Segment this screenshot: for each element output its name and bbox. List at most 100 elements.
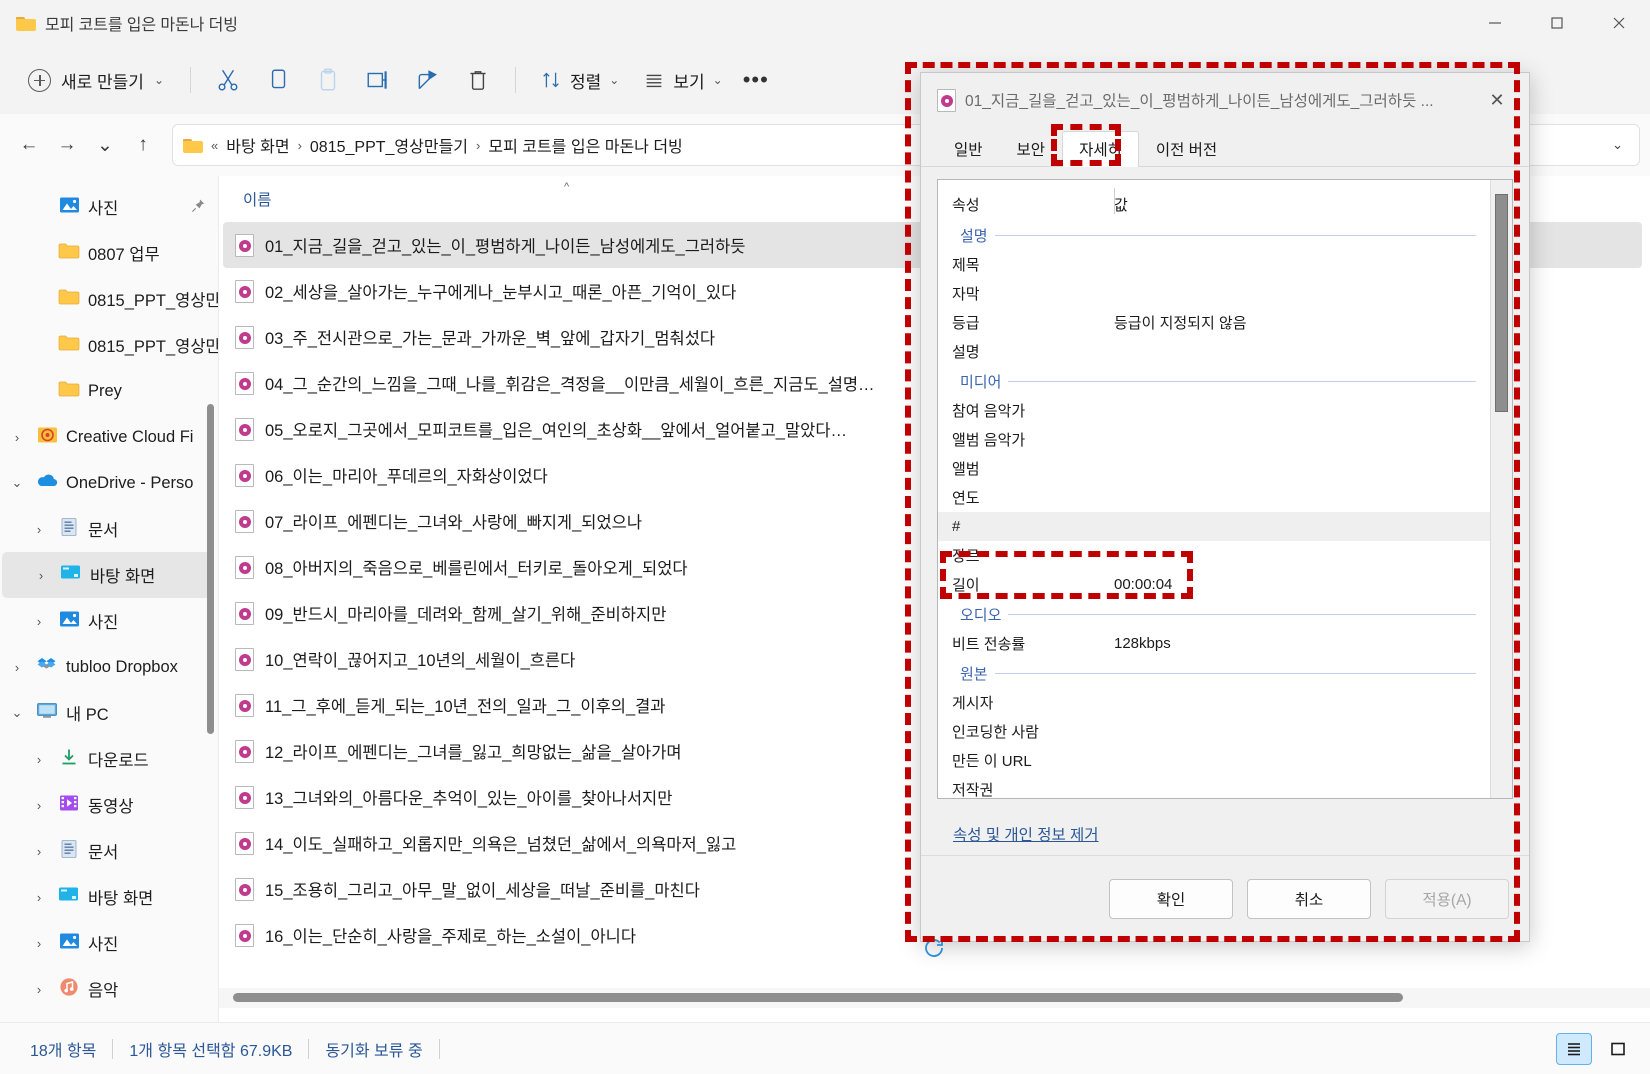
horizontal-scrollbar[interactable] bbox=[219, 988, 1650, 1008]
property-row[interactable]: 만든 이 URL bbox=[938, 746, 1490, 775]
sidebar-item-14[interactable]: › 문서 bbox=[0, 828, 218, 874]
property-key: 자막 bbox=[952, 286, 980, 303]
property-value[interactable]: 등급이 지정되지 않음 bbox=[1114, 312, 1247, 333]
dialog-tab-1[interactable]: 보안 bbox=[1000, 131, 1063, 167]
new-button[interactable]: 새로 만들기 ⌄ bbox=[14, 58, 178, 102]
sidebar-scrollbar-thumb[interactable] bbox=[207, 404, 214, 734]
sidebar-item-3[interactable]: 0815_PPT_영상만 bbox=[0, 322, 218, 368]
sidebar-item-7[interactable]: › 문서 bbox=[0, 506, 218, 552]
properties-scrollbar[interactable] bbox=[1490, 180, 1512, 798]
properties-table: 속성 값 설명 제목 자막 등급 등급이 지정되지 않음 설명 미디어 참여 음악가 앨범 음악… bbox=[937, 179, 1513, 799]
breadcrumb-item-2[interactable]: 모피 코트를 입은 마돈나 더빙 bbox=[488, 133, 682, 157]
new-button-label: 새로 만들기 bbox=[61, 72, 144, 92]
forward-button[interactable]: → bbox=[48, 126, 86, 164]
maximize-button[interactable] bbox=[1526, 0, 1588, 46]
sidebar-item-17[interactable]: › 음악 bbox=[0, 966, 218, 1012]
property-row[interactable]: 설명 bbox=[938, 337, 1490, 366]
property-row[interactable]: # bbox=[938, 512, 1490, 541]
close-button[interactable] bbox=[1588, 0, 1650, 46]
details-view-toggle[interactable] bbox=[1600, 1033, 1636, 1065]
chevron-right-icon[interactable]: › bbox=[28, 936, 50, 951]
paste-button[interactable] bbox=[303, 58, 353, 102]
cut-button[interactable] bbox=[203, 58, 253, 102]
breadcrumb-item-0[interactable]: 바탕 화면 bbox=[226, 133, 289, 157]
back-button[interactable]: ← bbox=[10, 126, 48, 164]
sidebar-item-16[interactable]: › 사진 bbox=[0, 920, 218, 966]
sidebar-item-0[interactable]: 사진 bbox=[0, 184, 218, 230]
sidebar-item-2[interactable]: 0815_PPT_영상만 bbox=[0, 276, 218, 322]
chevron-right-icon[interactable]: › bbox=[30, 568, 52, 583]
chevron-right-icon[interactable]: › bbox=[6, 430, 28, 445]
property-row[interactable]: 장르 bbox=[938, 541, 1490, 570]
file-name: 05_오로지_그곳에서_모피코트를_입은_여인의_초상화__앞에서_얼어붙고_말… bbox=[265, 422, 848, 440]
view-button[interactable]: 보기 ⌄ bbox=[631, 58, 734, 102]
properties-scrollbar-thumb[interactable] bbox=[1495, 194, 1508, 412]
chevron-right-icon[interactable]: › bbox=[6, 660, 28, 675]
property-row[interactable]: 연도 bbox=[938, 483, 1490, 512]
media-file-icon bbox=[937, 88, 956, 112]
list-view-toggle[interactable] bbox=[1556, 1032, 1592, 1065]
media-file-icon bbox=[235, 877, 254, 901]
property-row[interactable]: 자막 bbox=[938, 279, 1490, 308]
dialog-button-2: 적용(A) bbox=[1385, 878, 1509, 919]
up-button[interactable]: ↑ bbox=[124, 126, 162, 164]
property-row[interactable]: 길이 00:00:04 bbox=[938, 570, 1490, 599]
chevron-right-icon[interactable]: › bbox=[28, 798, 50, 813]
photos-icon bbox=[59, 932, 80, 955]
minimize-button[interactable] bbox=[1464, 0, 1526, 46]
dialog-tab-3[interactable]: 이전 버전 bbox=[1139, 131, 1234, 167]
folder-icon bbox=[58, 380, 80, 403]
chevron-right-icon[interactable]: › bbox=[28, 522, 50, 537]
dialog-button-1[interactable]: 취소 bbox=[1247, 878, 1371, 919]
chevron-right-icon[interactable]: › bbox=[28, 844, 50, 859]
property-row[interactable]: 앨범 bbox=[938, 454, 1490, 483]
rename-button[interactable] bbox=[353, 58, 403, 102]
breadcrumb-item-1[interactable]: 0815_PPT_영상만들기 bbox=[310, 133, 468, 157]
column-header-name[interactable]: 이름 bbox=[243, 188, 272, 210]
pin-icon[interactable] bbox=[191, 198, 206, 216]
sidebar-item-10[interactable]: › tubloo Dropbox bbox=[0, 644, 218, 690]
chevron-right-icon[interactable]: › bbox=[28, 890, 50, 905]
sidebar-item-13[interactable]: › 동영상 bbox=[0, 782, 218, 828]
more-options-button[interactable]: ••• bbox=[735, 67, 777, 93]
dialog-close-button[interactable]: ✕ bbox=[1477, 80, 1517, 120]
dialog-tab-0[interactable]: 일반 bbox=[937, 131, 1000, 167]
sidebar-item-6[interactable]: ⌄ OneDrive - Perso bbox=[0, 460, 218, 506]
delete-button[interactable] bbox=[453, 58, 503, 102]
chevron-right-icon[interactable]: › bbox=[28, 982, 50, 997]
property-row[interactable]: 제목 bbox=[938, 250, 1490, 279]
sidebar-item-12[interactable]: › 다운로드 bbox=[0, 736, 218, 782]
property-row[interactable]: 저작권 bbox=[938, 775, 1490, 798]
dialog-button-0[interactable]: 확인 bbox=[1109, 878, 1233, 919]
chevron-right-icon[interactable]: › bbox=[28, 614, 50, 629]
property-row[interactable]: 비트 전송률 128kbps bbox=[938, 629, 1490, 658]
sidebar-item-5[interactable]: › Creative Cloud Fi bbox=[0, 414, 218, 460]
sidebar-item-11[interactable]: ⌄ 내 PC bbox=[0, 690, 218, 736]
property-row[interactable]: 등급 등급이 지정되지 않음 bbox=[938, 308, 1490, 337]
horizontal-scrollbar-thumb[interactable] bbox=[233, 993, 1403, 1002]
copy-button[interactable] bbox=[253, 58, 303, 102]
recent-locations-button[interactable]: ⌄ bbox=[86, 126, 124, 164]
property-row[interactable]: 게시자 bbox=[938, 688, 1490, 717]
sidebar-item-1[interactable]: 0807 업무 bbox=[0, 230, 218, 276]
chevron-right-icon[interactable]: › bbox=[28, 752, 50, 767]
property-value[interactable]: 00:00:04 bbox=[1114, 576, 1172, 593]
property-value[interactable]: 128kbps bbox=[1114, 635, 1171, 652]
file-name: 07_라이프_에펜디는_그녀와_사랑에_빠지게_되었으나 bbox=[265, 514, 643, 532]
address-chevron-icon[interactable]: ⌄ bbox=[1612, 137, 1629, 153]
share-button[interactable] bbox=[403, 58, 453, 102]
sort-button[interactable]: 정렬 ⌄ bbox=[528, 58, 631, 102]
property-row[interactable]: 참여 음악가 bbox=[938, 396, 1490, 425]
remove-properties-link[interactable]: 속성 및 개인 정보 제거 bbox=[937, 799, 1513, 845]
property-row[interactable]: 인코딩한 사람 bbox=[938, 717, 1490, 746]
dialog-tab-2[interactable]: 자세히 bbox=[1062, 131, 1139, 167]
property-row[interactable]: 앨범 음악가 bbox=[938, 425, 1490, 454]
sidebar-item-4[interactable]: Prey bbox=[0, 368, 218, 414]
sidebar-item-18[interactable]: ›OS (C:) bbox=[0, 1012, 218, 1022]
sidebar-item-9[interactable]: › 사진 bbox=[0, 598, 218, 644]
sidebar-item-15[interactable]: › 바탕 화면 bbox=[0, 874, 218, 920]
media-file-icon bbox=[235, 601, 254, 625]
chevron-down-icon[interactable]: ⌄ bbox=[6, 475, 28, 491]
chevron-down-icon[interactable]: ⌄ bbox=[6, 705, 28, 721]
sidebar-item-8[interactable]: › 바탕 화면 bbox=[2, 552, 210, 598]
